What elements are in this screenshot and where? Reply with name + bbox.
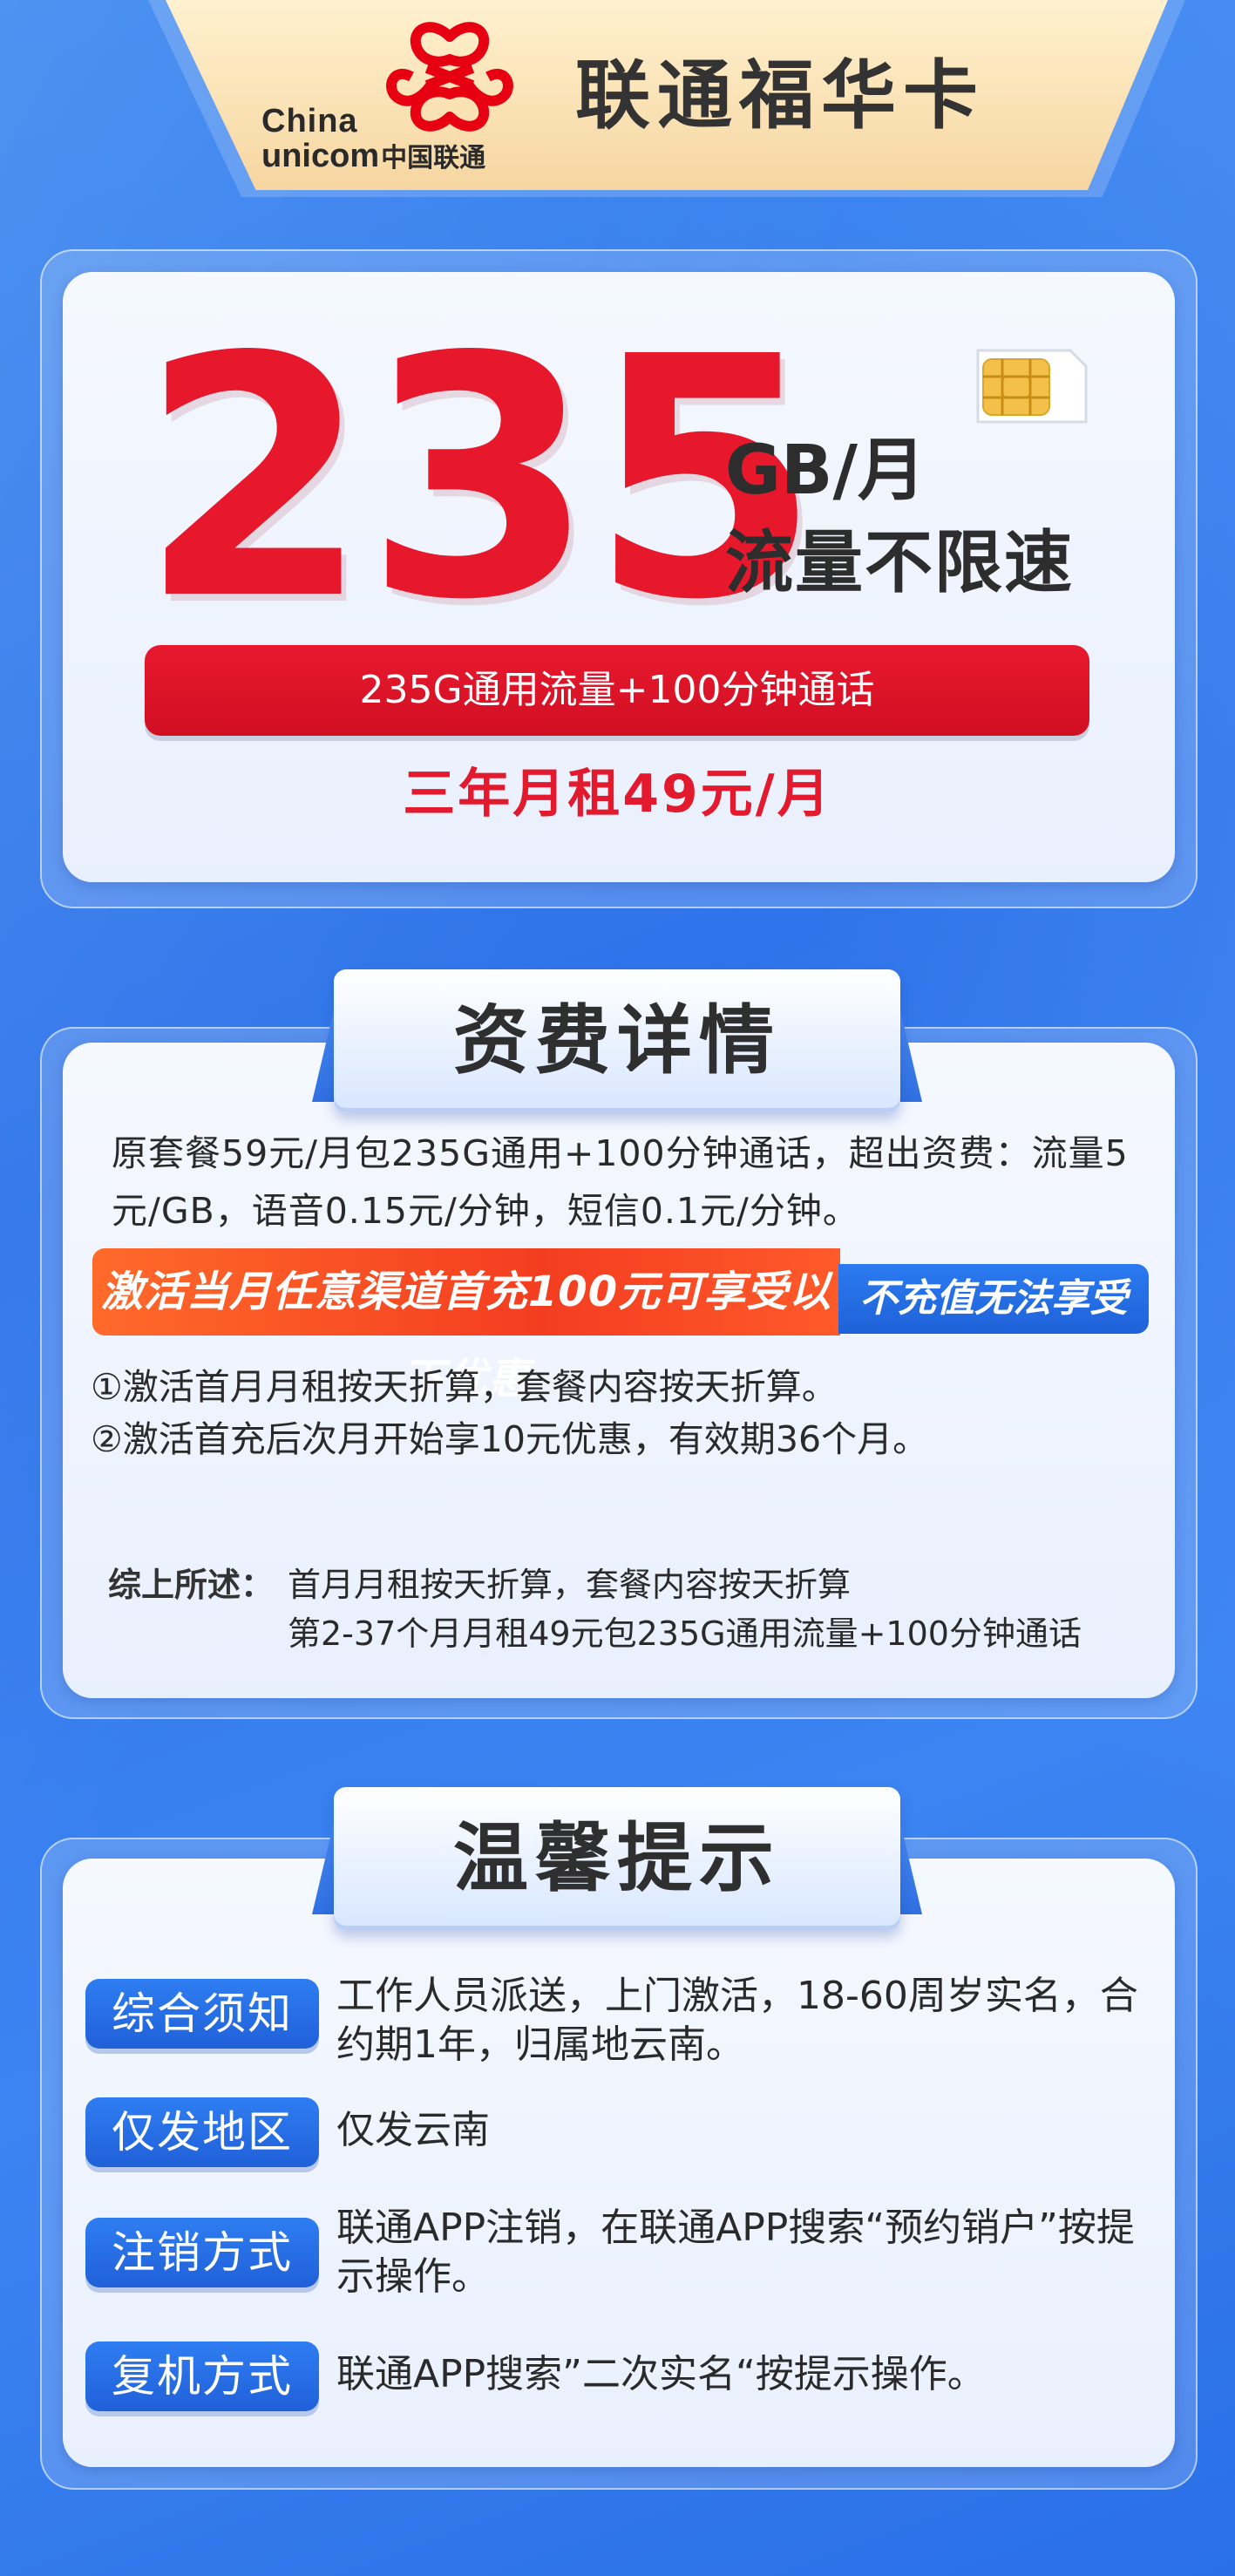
summary-line: 第2-37个月月租49元包235G通用流量+100分钟通话 — [288, 1614, 1082, 1653]
rule-item: ②激活首充后次月开始享10元优惠，有效期36个月。 — [91, 1418, 929, 1460]
china-unicom-knot-icon — [386, 22, 513, 132]
data-amount: 235 — [139, 286, 820, 672]
tips-section-title: 温馨提示 — [334, 1787, 900, 1930]
tip-text-cancel: 联通APP注销，在联通APP搜索“预约销户”按提示操作。 — [336, 2206, 1135, 2299]
tip-badge-general: 综合须知 — [85, 1979, 319, 2049]
promo-banner: 激活当月任意渠道首充100元可享受以下优惠 — [92, 1248, 840, 1404]
promo-tag: 不充值无法享受 — [838, 1264, 1149, 1334]
fee-description: 原套餐59元/月包235G通用+100分钟通话，超出资费：流量5元/GB，语音0… — [112, 1132, 1129, 1232]
rule-item: ①激活首月月租按天折算，套餐内容按天折算。 — [91, 1366, 838, 1408]
tip-text-restore: 联通APP搜索”二次实名“按提示操作。 — [336, 2352, 986, 2396]
tip-badge-cancel: 注销方式 — [85, 2218, 319, 2287]
summary-line: 首月月租按天折算，套餐内容按天折算 — [288, 1566, 852, 1604]
bundle-banner: 235G通用流量+100分钟通话 — [145, 645, 1089, 736]
tip-text-general: 工作人员派送，上门激活，18-60周岁实名，合约期1年，归属地云南。 — [336, 1974, 1138, 2067]
tip-badge-region: 仅发地区 — [85, 2097, 319, 2167]
sim-card-icon — [976, 349, 1088, 424]
speed-note: 流量不限速 — [725, 524, 1075, 602]
page-title: 联通福华卡 — [575, 52, 985, 139]
logo-text-unicom-en: unicom — [261, 138, 380, 174]
data-unit: GB/月 — [725, 432, 926, 510]
tip-badge-restore: 复机方式 — [85, 2342, 319, 2411]
summary-label: 综上所述： — [108, 1566, 275, 1604]
logo-text-unicom-cn: 中国联通 — [381, 144, 486, 173]
tip-text-region: 仅发云南 — [336, 2108, 490, 2152]
fee-section-title: 资费详情 — [334, 969, 900, 1112]
logo-text-china: China — [261, 103, 358, 139]
logo-text-unicom: unicom中国联通 — [261, 136, 485, 175]
monthly-price: 三年月租49元/月 — [403, 764, 832, 825]
